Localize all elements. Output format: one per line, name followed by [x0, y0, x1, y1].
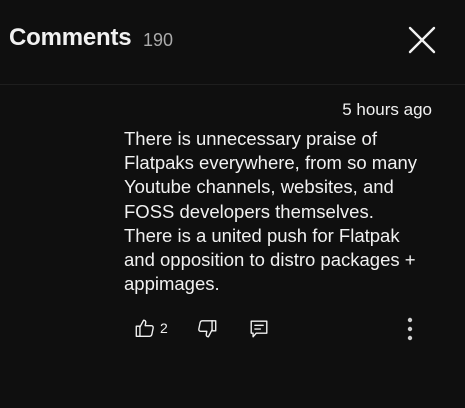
like-count: 2	[160, 320, 168, 336]
close-button[interactable]	[404, 22, 440, 58]
comment-text-line: FOSS developers themselves.	[124, 200, 374, 222]
comments-title: Comments	[9, 24, 132, 51]
like-button[interactable]	[134, 317, 156, 339]
comment-text-line: and opposition to distro packages +	[124, 249, 416, 271]
comment-text: There is unnecessary praise of Flatpaks …	[124, 127, 444, 296]
comment-timestamp[interactable]: 5 hours ago	[342, 100, 432, 120]
thumbs-up-icon	[135, 319, 154, 337]
comment-text-line: There is a united push for Flatpak	[124, 224, 400, 246]
more-options-button[interactable]	[400, 316, 420, 342]
comment-text-line: Flatpaks everywhere, from so many	[124, 152, 418, 174]
comment-text-line: There is unnecessary praise of	[124, 128, 377, 149]
reply-button[interactable]	[248, 318, 270, 340]
comments-header: Comments 190	[0, 0, 465, 85]
comment-actions: 2	[124, 312, 444, 344]
more-vertical-icon	[407, 317, 413, 341]
comment-text-line: appimages.	[124, 273, 220, 295]
close-icon	[408, 26, 436, 54]
comment-text-line: Youtube channels, websites, and	[124, 176, 394, 198]
dislike-button[interactable]	[196, 318, 218, 340]
comments-count: 190	[143, 30, 174, 50]
reply-icon	[250, 320, 268, 338]
thumbs-down-icon	[198, 320, 217, 338]
comments-panel: Comments 190 5 hours ago There is unnece…	[0, 0, 465, 408]
